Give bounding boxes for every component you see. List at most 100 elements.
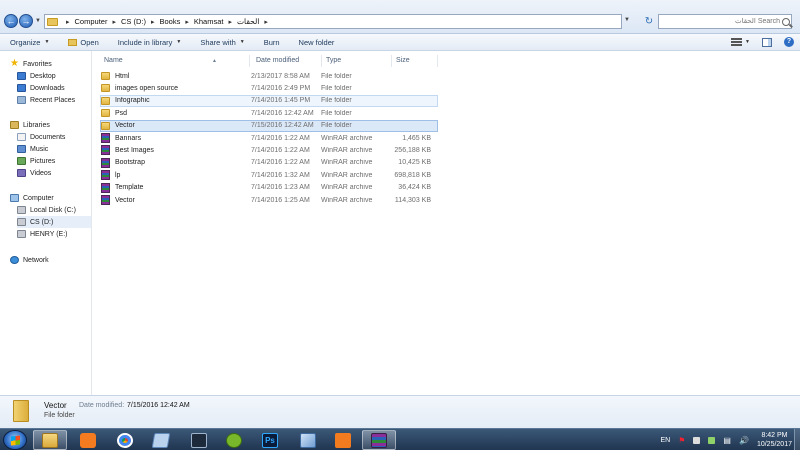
nav-downloads[interactable]: Downloads	[17, 82, 65, 94]
winrar-archive-icon	[101, 182, 110, 193]
photoshop-icon: Ps	[262, 432, 278, 448]
taskbar-winrar[interactable]	[362, 430, 396, 450]
file-name: Html	[115, 72, 130, 80]
share-with-button[interactable]: Share with ▼	[190, 34, 253, 51]
file-date: 7/14/2016 1:32 AM	[251, 171, 310, 179]
search-input[interactable]	[662, 18, 780, 25]
taskbar-file-explorer[interactable]	[33, 430, 67, 450]
back-button[interactable]: ←	[4, 14, 18, 28]
tray-app-icon[interactable]	[693, 436, 701, 444]
computer-icon	[10, 194, 19, 202]
open-button[interactable]: Open	[58, 34, 107, 51]
help-icon[interactable]: ?	[784, 37, 794, 47]
address-dropdown-icon[interactable]: ▼	[624, 17, 630, 23]
nav-libraries[interactable]: Libraries	[10, 119, 50, 131]
file-row[interactable]: Vector 7/14/2016 1:25 AM WinRAR archive 114…	[100, 194, 438, 206]
file-row[interactable]: Infographic 7/14/2016 1:45 PM File folder	[100, 94, 438, 107]
taskbar-virtualbox[interactable]	[291, 430, 325, 450]
nav-desktop[interactable]: Desktop	[17, 70, 56, 82]
file-row[interactable]: Bannars 7/14/2016 1:22 AM WinRAR archive 1,…	[100, 132, 438, 144]
taskbar-notepad[interactable]	[144, 430, 178, 450]
organize-button[interactable]: Organize ▼	[0, 34, 58, 51]
column-header-type[interactable]: Type	[322, 55, 392, 67]
search-box[interactable]	[658, 14, 792, 29]
nav-videos[interactable]: Videos	[17, 167, 51, 179]
show-desktop-button[interactable]	[794, 429, 800, 450]
winrar-archive-icon	[101, 145, 110, 156]
volume-icon[interactable]: 🔊	[739, 436, 749, 445]
search-icon[interactable]	[782, 17, 790, 26]
column-header-date[interactable]: Date modified	[252, 55, 322, 67]
nav-music[interactable]: Music	[17, 143, 48, 155]
nav-label: Local Disk (C:)	[30, 206, 76, 214]
crumb-label: Books	[159, 17, 181, 26]
flag-icon[interactable]: ⚑	[678, 436, 685, 445]
column-label: Name	[104, 57, 123, 64]
crumb-books[interactable]: Books ▸	[159, 17, 193, 26]
breadcrumb[interactable]: ▸ Computer ▸ CS (D:) ▸ Books ▸ Khamsat ▸ الح…	[44, 14, 622, 29]
taskbar-media-player[interactable]	[71, 430, 105, 450]
nav-label: Pictures	[30, 157, 56, 165]
nav-computer[interactable]: Computer	[10, 192, 54, 204]
selected-item-type: File folder	[44, 412, 75, 419]
folder-icon	[101, 109, 110, 118]
nav-network[interactable]: Network	[10, 254, 49, 266]
winrar-archive-icon	[101, 170, 110, 181]
navigation-pane: ★ Favorites Desktop Downloads Recent Plac…	[0, 51, 92, 395]
taskbar-xampp[interactable]	[326, 430, 360, 450]
crumb-current[interactable]: الحقات ▸	[237, 17, 273, 26]
nav-pictures[interactable]: Pictures	[17, 155, 55, 167]
taskbar-photoshop[interactable]: Ps	[253, 430, 287, 450]
file-row[interactable]: Html 2/13/2017 8:58 AM File folder	[100, 70, 438, 82]
file-row[interactable]: Vector 7/15/2016 12:42 AM File folder	[100, 119, 438, 132]
battery-icon[interactable]	[708, 436, 716, 444]
nav-recent-places[interactable]: Recent Places	[17, 94, 75, 106]
crumb-khamsat[interactable]: Khamsat ▸	[194, 17, 237, 26]
refresh-icon[interactable]: ↻	[642, 14, 656, 29]
file-row[interactable]: lp 7/14/2016 1:32 AM WinRAR archive 698,818…	[100, 169, 438, 181]
column-header-name[interactable]: ▲ Name	[100, 55, 250, 67]
start-button[interactable]	[3, 430, 27, 450]
notepad-icon	[151, 432, 171, 448]
file-date: 7/14/2016 1:22 AM	[251, 159, 310, 167]
clock-date: 10/25/2017	[756, 441, 792, 448]
file-row[interactable]: images open source 7/14/2016 2:49 PM File …	[100, 82, 438, 94]
nav-cs-drive[interactable]: CS (D:)	[17, 216, 91, 228]
recent-pages-dropdown-icon[interactable]: ▼	[35, 18, 41, 24]
nav-henry-drive[interactable]: HENRY (E:)	[17, 228, 67, 240]
taskbar-app-dark[interactable]	[182, 430, 216, 450]
nav-label: Music	[30, 145, 49, 153]
include-in-library-button[interactable]: Include in library ▼	[108, 34, 191, 51]
burn-button[interactable]: Burn	[254, 34, 289, 51]
file-row[interactable]: Psd 7/14/2016 12:42 AM File folder	[100, 107, 438, 119]
new-folder-button[interactable]: New folder	[289, 34, 344, 51]
file-name-cell: Infographic	[101, 96, 251, 105]
crumb-root-separator[interactable]: ▸	[61, 18, 75, 26]
desktop-icon	[17, 72, 26, 80]
nav-label: Downloads	[30, 84, 65, 92]
forward-button[interactable]: →	[19, 14, 33, 28]
preview-pane-icon[interactable]	[762, 37, 772, 47]
change-view-button[interactable]: ▼	[731, 38, 750, 46]
file-row[interactable]: Bootstrap 7/14/2016 1:22 AM WinRAR archive…	[100, 157, 438, 169]
file-type: WinRAR archive	[321, 134, 373, 142]
nav-local-disk-c[interactable]: Local Disk (C:)	[17, 204, 76, 216]
libraries-icon	[10, 121, 19, 129]
file-row[interactable]: Template 7/14/2016 1:23 AM WinRAR archive 3…	[100, 182, 438, 194]
file-name: Psd	[115, 109, 128, 117]
clock[interactable]: 8:42 PM 10/25/2017	[757, 431, 792, 449]
taskbar-utorrent[interactable]	[217, 430, 251, 450]
file-row[interactable]: Best Images 7/14/2016 1:22 AM WinRAR archi…	[100, 144, 438, 156]
column-header-size[interactable]: Size	[392, 55, 438, 67]
file-date: 7/14/2016 1:25 AM	[251, 196, 310, 204]
crumb-cs-drive[interactable]: CS (D:) ▸	[121, 17, 160, 26]
crumb-computer[interactable]: Computer ▸	[75, 17, 121, 26]
file-list: ▲ Name Date modified Type Size Html 2/13/…	[92, 51, 800, 395]
nav-favorites[interactable]: ★ Favorites	[10, 58, 52, 70]
language-indicator[interactable]: EN	[661, 437, 671, 444]
hard-drive-icon	[17, 218, 26, 226]
nav-documents[interactable]: Documents	[17, 131, 65, 143]
network-tray-icon[interactable]: ▤	[723, 436, 731, 445]
file-name-cell: Bannars	[101, 133, 251, 143]
taskbar-chrome[interactable]	[108, 430, 142, 450]
